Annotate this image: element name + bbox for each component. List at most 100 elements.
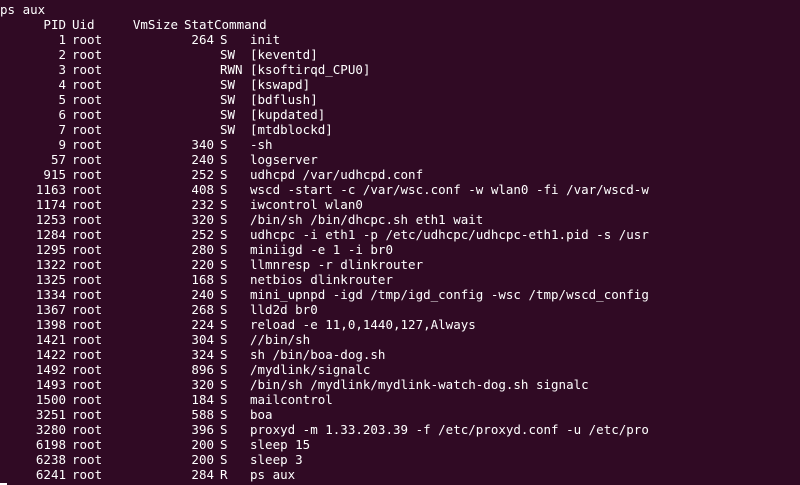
header-stat: Stat <box>184 17 214 32</box>
header-vmsize: VmSize <box>132 17 178 32</box>
vmsize-cell: 408 <box>191 182 214 197</box>
vmsize-cell: 264 <box>191 32 214 47</box>
vmsize-cell: 284 <box>191 467 214 482</box>
table-row: 1334 root 240 Smini_upnpd -igd /tmp/igd_con… <box>0 287 800 302</box>
vmsize-cell <box>178 77 214 92</box>
pid-cell: 6238 <box>35 452 66 467</box>
stat-cell: S <box>220 272 228 287</box>
table-row: 1325 root 168 Snetbios dlinkrouter <box>0 272 800 287</box>
vmsize-cell: 896 <box>191 362 214 377</box>
table-row: 2 root SW [keventd] <box>0 47 800 62</box>
table-row: 1421 root 304 S //bin/sh <box>0 332 800 347</box>
stat-cell: S <box>220 197 228 212</box>
uid-cell: root <box>72 452 103 467</box>
pid-cell: 6198 <box>35 437 66 452</box>
pid-cell: 2 <box>58 47 66 62</box>
command-cell: [kswapd] <box>250 77 311 92</box>
pid-cell: 1295 <box>35 242 66 257</box>
table-row: 1253 root 320 S/bin/sh /bin/dhcpc.sh eth1 w… <box>0 212 800 227</box>
stat-cell: S <box>220 332 228 347</box>
uid-cell: root <box>72 422 103 437</box>
pid-cell: 1 <box>58 32 66 47</box>
uid-cell: root <box>72 332 103 347</box>
vmsize-cell: 320 <box>191 212 214 227</box>
pid-cell: 3251 <box>35 407 66 422</box>
table-row: 915 root 252 Sudhcpd /var/udhcpd.conf <box>0 167 800 182</box>
vmsize-cell <box>178 92 214 107</box>
uid-cell: root <box>72 377 103 392</box>
pid-cell: 1493 <box>35 377 66 392</box>
table-row: 1493 root 320 S/bin/sh /mydlink/mydlink-wat… <box>0 377 800 392</box>
vmsize-cell: 252 <box>191 227 214 242</box>
vmsize-cell: 168 <box>191 272 214 287</box>
uid-cell: root <box>72 347 103 362</box>
vmsize-cell: 304 <box>191 332 214 347</box>
stat-cell: SW <box>220 122 236 137</box>
uid-cell: root <box>72 272 103 287</box>
table-row: 4 root SW [kswapd] <box>0 77 800 92</box>
uid-cell: root <box>72 122 103 137</box>
pid-cell: 1422 <box>35 347 66 362</box>
table-row: 1367 root 268 Slld2d br0 <box>0 302 800 317</box>
pid-cell: 1322 <box>35 257 66 272</box>
uid-cell: root <box>72 47 103 62</box>
table-row: 7 root SW [mtdblockd] <box>0 122 800 137</box>
vmsize-cell <box>178 47 214 62</box>
uid-cell: root <box>72 467 103 482</box>
process-list: 1 root 264 Sinit 2 root SW [keventd] 3 root RWN [ks… <box>0 32 800 482</box>
table-row: 57 root 240 Slogserver <box>0 152 800 167</box>
pid-cell: 4 <box>58 77 66 92</box>
pid-cell: 9 <box>58 137 66 152</box>
stat-cell: S <box>220 422 228 437</box>
pid-cell: 5 <box>58 92 66 107</box>
command-cell: wscd -start -c /var/wsc.conf -w wlan0 -f… <box>250 182 649 197</box>
stat-cell: S <box>220 257 228 272</box>
pid-cell: 1253 <box>35 212 66 227</box>
stat-cell: S <box>220 182 228 197</box>
command-cell: /bin/sh /bin/dhcpc.sh eth1 wait <box>250 212 484 227</box>
table-row: 1492 root 896 S/mydlink/signalc <box>0 362 800 377</box>
uid-cell: root <box>72 182 103 197</box>
command-cell: init <box>250 32 281 47</box>
command-cell: boa <box>250 407 273 422</box>
uid-cell: root <box>72 242 103 257</box>
uid-cell: root <box>72 32 103 47</box>
command-cell: sleep 15 <box>250 437 311 452</box>
pid-cell: 3280 <box>35 422 66 437</box>
stat-cell: S <box>220 437 228 452</box>
command-cell: [mtdblockd] <box>250 122 333 137</box>
vmsize-cell: 184 <box>191 392 214 407</box>
table-row: 1163 root 408 Swscd -start -c /var/wsc.conf… <box>0 182 800 197</box>
vmsize-cell: 280 <box>191 242 214 257</box>
uid-cell: root <box>72 392 103 407</box>
uid-cell: root <box>72 197 103 212</box>
vmsize-cell <box>178 122 214 137</box>
uid-cell: root <box>72 77 103 92</box>
stat-cell: S <box>220 242 228 257</box>
vmsize-cell: 320 <box>191 377 214 392</box>
table-row: 6198 root 200 Ssleep 15 <box>0 437 800 452</box>
pid-cell: 1398 <box>35 317 66 332</box>
command-cell: [kupdated] <box>250 107 326 122</box>
vmsize-cell: 232 <box>191 197 214 212</box>
stat-cell: S <box>220 452 228 467</box>
vmsize-cell: 588 <box>191 407 214 422</box>
vmsize-cell <box>178 62 214 77</box>
command-cell: ps aux <box>250 467 296 482</box>
table-row: 1422 root 324 Ssh /bin/boa-dog.sh <box>0 347 800 362</box>
terminal-window[interactable]: ps aux PID Uid VmSize Stat Command 1 root… <box>0 0 800 485</box>
uid-cell: root <box>72 302 103 317</box>
table-row: 3 root RWN [ksoftirqd_CPU0] <box>0 62 800 77</box>
command-cell: proxyd -m 1.33.203.39 -f /etc/proxyd.con… <box>250 422 649 437</box>
vmsize-cell: 240 <box>191 152 214 167</box>
command-cell: -sh <box>250 137 273 152</box>
command-cell: sleep 3 <box>250 452 303 467</box>
table-row: 1500 root 184 Smailcontrol <box>0 392 800 407</box>
uid-cell: root <box>72 407 103 422</box>
stat-cell: S <box>220 227 228 242</box>
vmsize-cell: 324 <box>191 347 214 362</box>
table-row: 1174 root 232 Siwcontrol wlan0 <box>0 197 800 212</box>
pid-cell: 6241 <box>35 467 66 482</box>
table-row: 5 root SW [bdflush] <box>0 92 800 107</box>
stat-cell: RWN <box>220 62 243 77</box>
